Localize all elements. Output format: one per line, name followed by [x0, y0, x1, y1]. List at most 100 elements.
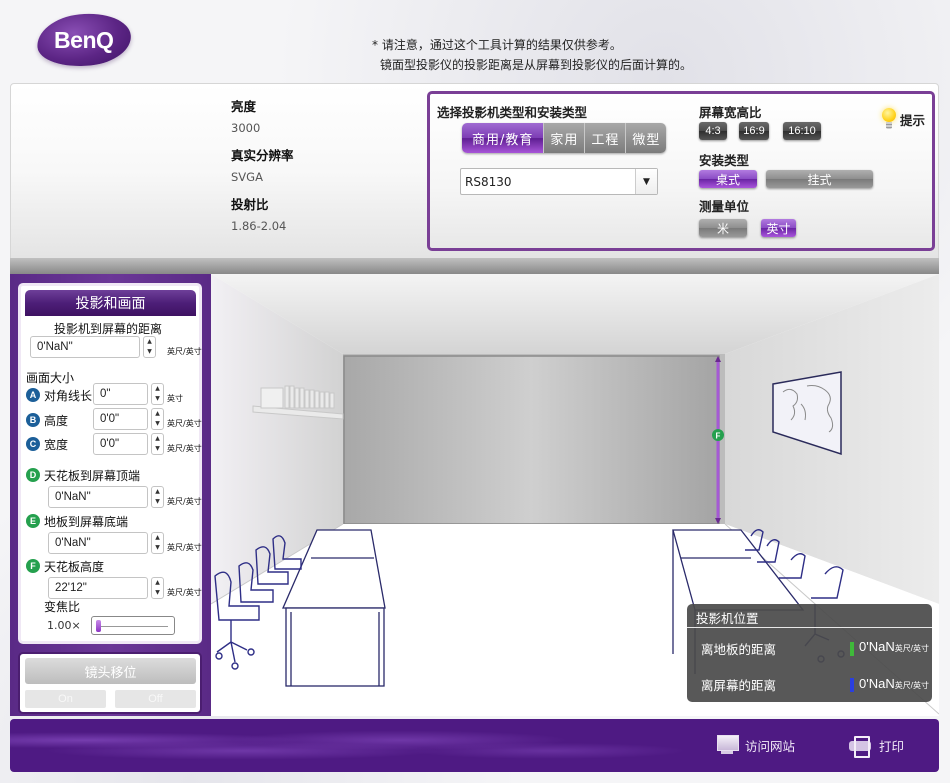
mount-ceiling-button[interactable]: 挂式 — [766, 170, 873, 188]
visit-website-label: 访问网站 — [745, 738, 796, 754]
height-input[interactable]: 0'0" — [93, 408, 148, 430]
mount-type-label: 安装类型 — [699, 153, 750, 168]
projector-type-selector: 选择投影机类型和安装类型 商用/教育 家用 工程 微型 RS8130 ▼ 屏幕宽… — [427, 91, 935, 251]
printer-icon — [849, 735, 871, 758]
divider-band — [10, 258, 939, 274]
ceiling-to-screen-top-input[interactable]: 0'NaN" — [48, 486, 148, 508]
marker-f-label: F — [716, 432, 721, 441]
unit-meter-button[interactable]: 米 — [699, 219, 747, 237]
lens-shift-panel: 镜头移位 On Off — [18, 652, 202, 714]
slider-thumb[interactable] — [96, 620, 101, 632]
distance-from-floor-value: 0'NaN英尺/英寸 — [859, 639, 929, 654]
badge-e-icon: E — [26, 514, 40, 528]
selector-title: 选择投影机类型和安装类型 — [437, 105, 588, 120]
spec-resolution: 真实分辨率 SVGA — [231, 145, 294, 184]
height-label: 高度 — [44, 414, 69, 428]
distance-from-screen-value: 0'NaN英尺/英寸 — [859, 676, 929, 691]
unit-label: 英尺/英寸 — [167, 543, 202, 552]
notice-line-2: 镜面型投影仪的投影距离是从屏幕到投影仪的后面计算的。 — [380, 58, 693, 72]
visit-website-button[interactable]: 访问网站 — [717, 735, 795, 755]
distance-from-screen-label: 离屏幕的距离 — [701, 678, 777, 693]
projection-screen — [343, 355, 720, 525]
ceiling-height-stepper[interactable]: ▲ ▼ — [151, 577, 164, 599]
unit-label: 英尺/英寸 — [167, 444, 202, 453]
unit-label: 英寸 — [167, 394, 183, 403]
badge-c-icon: C — [26, 437, 40, 451]
badge-b-icon: B — [26, 413, 40, 427]
badge-f-icon: F — [26, 559, 40, 573]
screen-size-label: 画面大小 — [26, 371, 75, 385]
model-select[interactable]: RS8130 ▼ — [460, 168, 658, 195]
zoom-ratio-slider[interactable] — [91, 616, 175, 635]
type-tabs: 商用/教育 家用 工程 微型 — [462, 123, 667, 153]
spec-brightness: 亮度 3000 — [231, 96, 260, 135]
lightbulb-icon — [882, 108, 896, 130]
floor-to-screen-bottom-label: 地板到屏幕底端 — [44, 515, 129, 529]
spec-value: 3000 — [231, 121, 261, 135]
slider-track — [98, 626, 168, 627]
lens-shift-title[interactable]: 镜头移位 — [25, 658, 196, 684]
print-button[interactable]: 打印 — [849, 735, 905, 758]
unit-label: 英尺/英寸 — [894, 681, 929, 690]
caret-down-icon[interactable]: ▼ — [635, 169, 657, 194]
monitor-icon — [717, 735, 739, 755]
print-label: 打印 — [879, 738, 905, 754]
spec-label: 真实分辨率 — [231, 148, 294, 163]
ceiling-to-screen-top-stepper[interactable]: ▲ ▼ — [151, 486, 164, 508]
floor-to-screen-bottom-stepper[interactable]: ▲ ▼ — [151, 532, 164, 554]
spec-value: 1.86-2.04 — [231, 219, 287, 233]
hint-label: 提示 — [900, 112, 926, 128]
floor-to-screen-bottom-input[interactable]: 0'NaN" — [48, 532, 148, 554]
lens-shift-off-button[interactable]: Off — [115, 690, 196, 708]
badge-d-icon: D — [26, 468, 40, 482]
projector-position-panel: 投影机位置 离地板的距离 0'NaN英尺/英寸 离屏幕的距离 0'NaN英尺/英… — [687, 604, 932, 702]
tab-home[interactable]: 家用 — [543, 123, 585, 153]
unit-label: 英尺/英寸 — [167, 347, 202, 356]
diagonal-stepper[interactable]: ▲ ▼ — [151, 383, 164, 405]
width-stepper[interactable]: ▲ ▼ — [151, 433, 164, 455]
aspect-4-3-button[interactable]: 4:3 — [699, 122, 727, 140]
projector-position-title: 投影机位置 — [696, 611, 759, 626]
distance-label: 投影机到屏幕的距离 — [54, 322, 163, 336]
tab-installation[interactable]: 工程 — [584, 123, 626, 153]
divider — [687, 627, 932, 628]
zoom-ratio-value: 1.00× — [47, 619, 81, 632]
diagonal-input[interactable]: 0" — [93, 383, 148, 405]
mount-table-button[interactable]: 桌式 — [699, 170, 757, 188]
height-stepper[interactable]: ▲ ▼ — [151, 408, 164, 430]
ceiling-height-input[interactable]: 22'12" — [48, 577, 148, 599]
unit-label: 测量单位 — [699, 199, 750, 214]
width-label: 宽度 — [44, 438, 69, 452]
distance-stepper[interactable]: ▲ ▼ — [143, 336, 156, 358]
logo-text: BenQ — [54, 26, 114, 53]
badge-a-icon: A — [26, 388, 40, 402]
footer-bar: 访问网站 打印 — [10, 719, 939, 772]
spec-throw-ratio: 投射比 1.86-2.04 — [231, 194, 286, 233]
floor-distance-number: 0'NaN — [859, 639, 895, 654]
aspect-16-9-button[interactable]: 16:9 — [739, 122, 769, 140]
diagonal-label: 对角线长 — [44, 389, 93, 403]
tab-business-education[interactable]: 商用/教育 — [462, 123, 544, 153]
unit-label: 英尺/英寸 — [894, 644, 929, 653]
spec-value: SVGA — [231, 170, 263, 184]
aspect-16-10-button[interactable]: 16:10 — [783, 122, 821, 140]
distance-from-floor-label: 离地板的距离 — [701, 642, 777, 657]
notice: * 请注意，通过这个工具计算的结果仅供参考。 镜面型投影仪的投影距离是从屏幕到投… — [372, 35, 692, 75]
ceiling-height-label: 天花板高度 — [44, 560, 105, 574]
aspect-ratio-label: 屏幕宽高比 — [699, 105, 762, 120]
width-input[interactable]: 0'0" — [93, 433, 148, 455]
distance-input[interactable]: 0'NaN" — [30, 336, 140, 358]
projection-screen-panel: 投影和画面 投影机到屏幕的距离 0'NaN" ▲ ▼ 英尺/英寸 画面大小 A 对… — [18, 283, 202, 644]
spec-label: 亮度 — [231, 99, 257, 114]
unit-label: 英尺/英寸 — [167, 497, 202, 506]
unit-inch-button[interactable]: 英寸 — [761, 219, 796, 237]
unit-label: 英尺/英寸 — [167, 588, 202, 597]
zoom-ratio-label: 变焦比 — [44, 600, 81, 614]
model-value: RS8130 — [465, 174, 512, 189]
ceiling-to-screen-top-label: 天花板到屏幕顶端 — [44, 469, 141, 483]
spec-label: 投射比 — [231, 197, 269, 212]
lens-shift-on-button[interactable]: On — [25, 690, 106, 708]
hint-button[interactable]: 提示 — [882, 108, 925, 130]
projector-info-panel: 亮度 3000 真实分辨率 SVGA 投射比 1.86-2.04 选择投影机类型… — [10, 83, 939, 259]
tab-mini[interactable]: 微型 — [625, 123, 667, 153]
